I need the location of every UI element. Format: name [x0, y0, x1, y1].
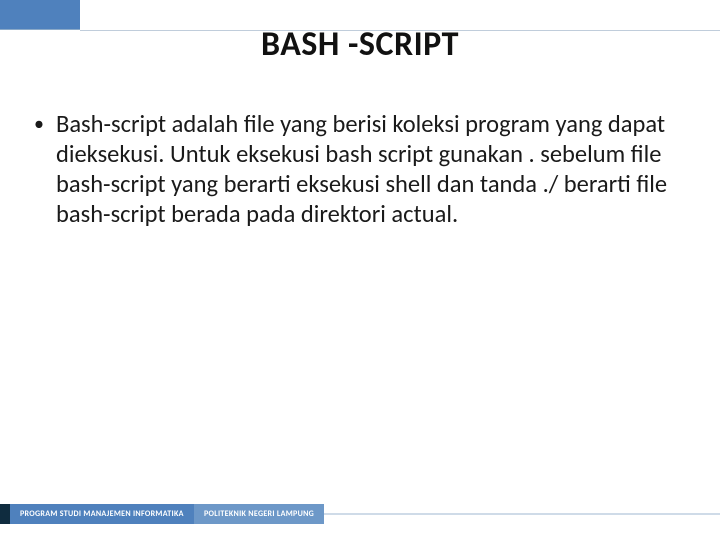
slide: BASH -SCRIPT • Bash-script adalah file y…: [0, 0, 720, 540]
footer-program: PROGRAM STUDI MANAJEMEN INFORMATIKA: [10, 504, 194, 524]
footer-accent: [0, 504, 10, 524]
footer-line: [324, 513, 720, 515]
list-item: • Bash-script adalah file yang berisi ko…: [34, 110, 680, 230]
slide-body: • Bash-script adalah file yang berisi ko…: [34, 110, 680, 230]
bullet-icon: •: [34, 110, 56, 136]
footer: PROGRAM STUDI MANAJEMEN INFORMATIKA POLI…: [0, 504, 720, 524]
slide-title: BASH -SCRIPT: [0, 24, 720, 65]
footer-institution: POLITEKNIK NEGERI LAMPUNG: [194, 504, 324, 524]
bullet-text: Bash-script adalah file yang berisi kole…: [56, 110, 680, 230]
